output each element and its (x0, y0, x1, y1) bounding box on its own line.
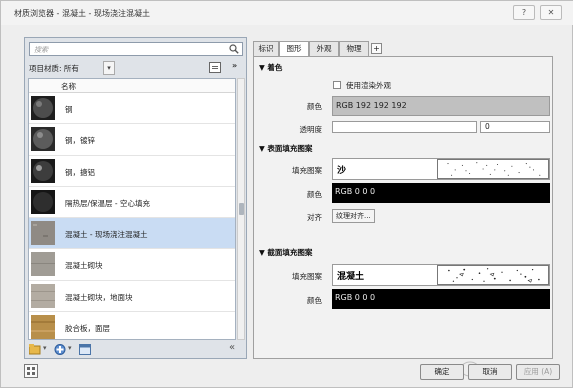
list-scrollbar[interactable] (237, 78, 245, 340)
list-header[interactable]: 名称 (29, 79, 235, 93)
sand-pattern-preview-icon (437, 159, 549, 179)
list-item-label: 混凝土砌块 (65, 261, 103, 271)
create-material-icon[interactable] (54, 344, 66, 355)
material-swatch-icon (31, 189, 55, 214)
column-name-header: 名称 (61, 82, 76, 91)
material-library-panel: 搜索 项目材质: 所有 ▾ » 名称 钢 钢，镀锌 钢，搪铝 隔热层/保温层 -… (24, 37, 247, 359)
graphics-tab-content: ▼ 着色 使用渲染外观 颜色 RGB 192 192 192 透明度 0 ▼ 表… (253, 56, 553, 359)
cut-pattern-section: ▼ 截面填充图案 填充图案 混凝土 颜色 RGB 0 0 0 (254, 241, 552, 321)
tab-physical[interactable]: 物理 (339, 41, 369, 56)
library-footer: ▾ ▾ « (29, 342, 243, 356)
search-input[interactable]: 搜索 (29, 42, 243, 56)
search-icon[interactable] (229, 44, 239, 54)
list-item[interactable]: 钢，搪铝 (29, 156, 235, 187)
concrete-pattern-preview-icon (437, 265, 549, 285)
cut-color-label: 颜色 (307, 296, 322, 305)
transparency-slider[interactable] (332, 121, 477, 133)
cut-color-swatch[interactable]: RGB 0 0 0 (332, 289, 550, 309)
surface-align-label: 对齐 (307, 213, 322, 222)
list-item-label: 钢 (65, 105, 73, 114)
shading-section: ▼ 着色 使用渲染外观 颜色 RGB 192 192 192 透明度 0 (254, 57, 552, 137)
cut-fill-label: 填充图案 (292, 272, 322, 281)
list-item-label: 胶合板，面层 (65, 324, 110, 334)
tab-identity[interactable]: 标识 (253, 41, 279, 56)
surface-color-swatch[interactable]: RGB 0 0 0 (332, 183, 550, 203)
surface-pattern-title[interactable]: ▼ 表面填充图案 (259, 143, 312, 154)
ok-button[interactable]: 确定 (420, 364, 464, 380)
list-item-label: 隔热层/保温层 - 空心填充 (65, 198, 151, 208)
shading-color-label: 颜色 (307, 102, 322, 111)
grid-icon (27, 367, 35, 375)
material-swatch-icon (31, 96, 55, 120)
list-item[interactable]: 胶合板，面层 (29, 312, 235, 339)
surface-pattern-name: 沙 (337, 166, 347, 176)
transparency-input[interactable]: 0 (480, 121, 550, 133)
list-item-label: 混凝土 - 现场浇注混凝土 (65, 230, 148, 240)
scrollbar-thumb[interactable] (239, 203, 244, 215)
use-render-appearance-label: 使用渲染外观 (346, 81, 391, 90)
material-swatch-icon (31, 283, 55, 308)
expand-library-button[interactable]: » (232, 61, 237, 70)
list-item[interactable]: 混凝土砌块 (29, 249, 235, 281)
cut-pattern-name: 混凝土 (337, 272, 365, 282)
shading-color-swatch[interactable]: RGB 192 192 192 (332, 96, 550, 116)
material-swatch-icon (31, 221, 55, 246)
tab-appearance[interactable]: 外观 (309, 41, 339, 56)
window-title: 材质浏览器 - 混凝土 - 现场浇注混凝土 (14, 9, 150, 18)
cut-pattern-title[interactable]: ▼ 截面填充图案 (259, 247, 312, 258)
search-placeholder: 搜索 (34, 46, 48, 54)
list-item-selected[interactable]: 混凝土 - 现场浇注混凝土 (29, 218, 235, 250)
asset-browser-icon[interactable] (79, 344, 91, 355)
use-render-appearance-checkbox[interactable] (333, 81, 341, 89)
transparency-label: 透明度 (299, 125, 323, 134)
list-item-label: 钢，镀锌 (65, 136, 95, 146)
material-manager-icon[interactable] (24, 364, 38, 378)
material-browser-window: 材质浏览器 - 混凝土 - 现场浇注混凝土 ? ✕ 搜索 项目材质: 所有 ▾ … (0, 0, 573, 388)
filter-label[interactable]: 项目材质: 所有 (29, 63, 79, 74)
surface-pattern-section: ▼ 表面填充图案 填充图案 沙 颜色 RGB 0 0 0 对齐 纹理对齐... (254, 139, 552, 239)
cut-fill-pattern-field[interactable]: 混凝土 (332, 264, 550, 286)
collapse-panel-button[interactable]: « (229, 342, 235, 353)
material-swatch-icon (31, 158, 55, 183)
cancel-button[interactable]: 取消 (468, 364, 512, 380)
help-button[interactable]: ? (513, 5, 535, 20)
title-bar: 材质浏览器 - 混凝土 - 现场浇注混凝土 ? ✕ (1, 1, 573, 25)
texture-align-button[interactable]: 纹理对齐... (332, 209, 375, 223)
list-item[interactable]: 混凝土砌块，地面块 (29, 281, 235, 313)
material-properties-panel: 标识 图形 外观 物理 + ▼ 着色 使用渲染外观 颜色 RGB 192 192… (249, 37, 560, 359)
surface-fill-label: 填充图案 (292, 166, 322, 175)
list-item[interactable]: 钢 (29, 93, 235, 125)
folder-library-icon[interactable] (29, 344, 41, 355)
list-item[interactable]: 隔热层/保温层 - 空心填充 (29, 187, 235, 219)
dropdown-arrow-icon[interactable]: ▾ (68, 344, 72, 352)
surface-color-label: 颜色 (307, 190, 322, 199)
view-toggle-icon[interactable] (209, 62, 221, 73)
filter-dropdown-chevron[interactable]: ▾ (103, 61, 115, 75)
add-asset-button[interactable]: + (371, 43, 382, 54)
filter-bar: 项目材质: 所有 ▾ » (29, 61, 243, 76)
close-button[interactable]: ✕ (540, 5, 562, 20)
list-item[interactable]: 钢，镀锌 (29, 124, 235, 156)
dropdown-arrow-icon[interactable]: ▾ (43, 344, 47, 352)
material-swatch-icon (31, 252, 55, 277)
tab-graphics[interactable]: 图形 (279, 41, 309, 57)
material-swatch-icon (31, 127, 55, 152)
apply-button[interactable]: 应用 (A) (516, 364, 560, 380)
shading-section-title[interactable]: ▼ 着色 (259, 62, 282, 73)
material-list: 名称 钢 钢，镀锌 钢，搪铝 隔热层/保温层 - 空心填充 混凝土 - 现场浇注… (28, 78, 236, 340)
surface-fill-pattern-field[interactable]: 沙 (332, 158, 550, 180)
list-item-label: 钢，搪铝 (65, 167, 95, 177)
list-item-label: 混凝土砌块，地面块 (65, 292, 133, 302)
material-swatch-icon (31, 315, 55, 339)
